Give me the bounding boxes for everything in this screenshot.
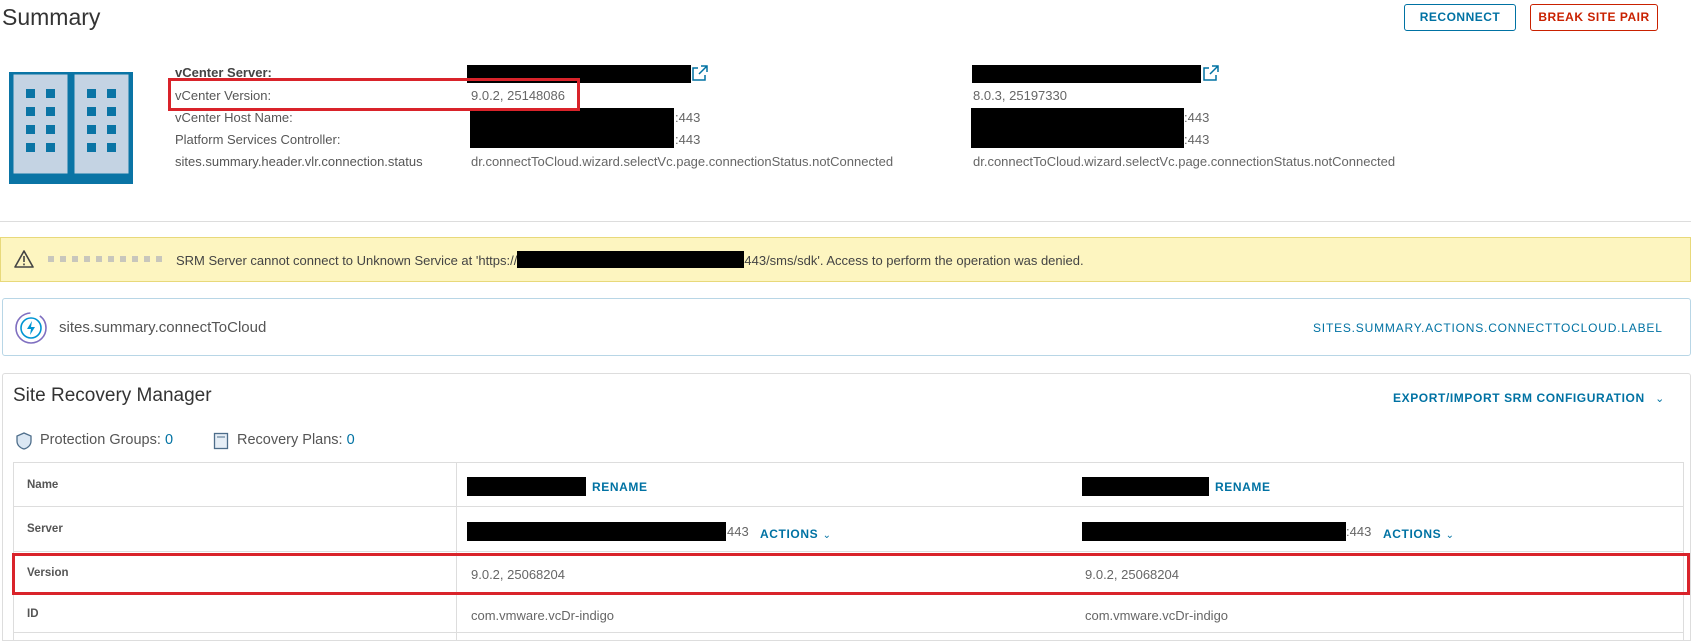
break-site-pair-button[interactable]: BREAK SITE PAIR <box>1530 4 1658 31</box>
remote-srm-server-port: :443 <box>1346 524 1372 539</box>
connection-status-label: sites.summary.header.vlr.connection.stat… <box>175 154 423 169</box>
local-srm-server-port: 443 <box>727 524 749 539</box>
shield-icon <box>16 432 32 450</box>
section-divider <box>0 221 1691 222</box>
warning-icon <box>14 250 34 268</box>
local-srm-id: com.vmware.vcDr-indigo <box>471 608 615 623</box>
remote-connection-status: dr.connectToCloud.wizard.selectVc.page.c… <box>973 154 1396 169</box>
row-label-id: ID <box>27 608 39 620</box>
grid-line <box>456 462 457 641</box>
grid-line <box>13 462 14 641</box>
redacted-remote-vcenter-server <box>972 65 1201 83</box>
obscured-prefix <box>48 256 166 262</box>
rename-button[interactable]: RENAME <box>592 480 648 494</box>
redacted-local-srm-name <box>467 477 586 496</box>
redacted-remote-srm-server <box>1082 522 1346 541</box>
redacted-local-vcenter-host <box>470 108 674 148</box>
remote-srm-id: com.vmware.vcDr-indigo <box>1085 608 1229 623</box>
grid-line <box>13 632 1684 633</box>
reconnect-button[interactable]: RECONNECT <box>1404 4 1516 31</box>
redacted-remote-srm-name <box>1082 477 1209 496</box>
recovery-plans-count[interactable]: 0 <box>347 432 355 448</box>
redacted-url <box>517 251 745 268</box>
vcenter-host-name-label: vCenter Host Name: <box>175 110 293 125</box>
grid-line <box>13 506 1684 507</box>
grid-line <box>13 551 1684 552</box>
connect-to-cloud-label: sites.summary.connectToCloud <box>59 319 267 336</box>
highlight-box-srm-version <box>12 553 1690 595</box>
protection-groups-count[interactable]: 0 <box>165 432 173 448</box>
external-link-icon[interactable] <box>692 65 708 81</box>
cloud-connect-icon <box>15 312 47 344</box>
srm-title: Site Recovery Manager <box>13 385 212 406</box>
remote-vcenter-host-port: :443 <box>1184 110 1210 125</box>
remote-actions-dropdown[interactable]: ACTIONS ⌄ <box>1383 525 1454 543</box>
export-import-dropdown[interactable]: EXPORT/IMPORT SRM CONFIGURATION ⌄ <box>1393 389 1664 407</box>
remote-vcenter-version: 8.0.3, 25197330 <box>973 88 1067 103</box>
local-actions-dropdown[interactable]: ACTIONS ⌄ <box>760 525 831 543</box>
row-label-server: Server <box>27 523 63 535</box>
recovery-plan-icon <box>213 432 229 450</box>
srm-card <box>2 373 1691 641</box>
local-connection-status: dr.connectToCloud.wizard.selectVc.page.c… <box>471 154 894 169</box>
external-link-icon[interactable] <box>1203 65 1219 81</box>
redacted-remote-vcenter-host <box>971 108 1184 148</box>
chevron-down-icon: ⌄ <box>1655 393 1665 405</box>
warning-message: SRM Server cannot connect to Unknown Ser… <box>176 251 1084 268</box>
local-psc-port: :443 <box>675 132 701 147</box>
recovery-plans: Recovery Plans: 0 <box>237 432 355 448</box>
grid-line <box>1683 462 1684 641</box>
redacted-local-srm-server <box>467 522 726 541</box>
psc-label: Platform Services Controller: <box>175 132 341 147</box>
export-import-label: EXPORT/IMPORT SRM CONFIGURATION <box>1393 391 1645 405</box>
chevron-down-icon: ⌄ <box>1445 530 1455 541</box>
local-vcenter-host-port: :443 <box>675 110 701 125</box>
row-label-name: Name <box>27 479 59 491</box>
protection-groups: Protection Groups: 0 <box>40 432 174 448</box>
chevron-down-icon: ⌄ <box>822 530 832 541</box>
building-icon <box>9 72 133 184</box>
connect-to-cloud-action[interactable]: SITES.SUMMARY.ACTIONS.CONNECTTOCLOUD.LAB… <box>1313 321 1663 335</box>
page-title: Summary <box>2 4 101 30</box>
grid-line <box>13 462 1684 463</box>
highlight-box-vcenter-version <box>168 78 580 111</box>
rename-button[interactable]: RENAME <box>1215 480 1271 494</box>
remote-psc-port: :443 <box>1184 132 1210 147</box>
